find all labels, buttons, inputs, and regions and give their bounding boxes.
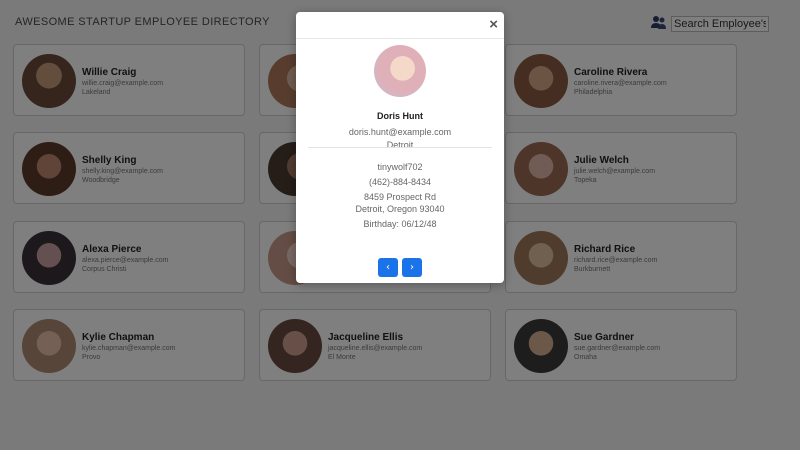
modal-city: Detroit xyxy=(386,140,414,150)
employee-modal: × Doris Hunt doris.hunt@example.com Detr… xyxy=(296,12,504,283)
close-icon[interactable]: × xyxy=(489,17,498,32)
avatar xyxy=(374,45,426,97)
modal-birthday: Birthday: 06/12/48 xyxy=(363,219,437,229)
divider xyxy=(296,38,504,39)
modal-street: 8459 Prospect Rd xyxy=(363,192,437,202)
modal-address: Detroit, Oregon 93040 xyxy=(355,204,445,214)
modal-phone: (462)-884-8434 xyxy=(368,177,432,187)
divider xyxy=(308,147,492,148)
next-button[interactable]: › xyxy=(402,258,422,277)
modal-name: Doris Hunt xyxy=(377,111,423,121)
prev-button[interactable]: ‹ xyxy=(378,258,398,277)
modal-email: doris.hunt@example.com xyxy=(348,127,452,137)
modal-username: tinywolf702 xyxy=(377,162,423,172)
